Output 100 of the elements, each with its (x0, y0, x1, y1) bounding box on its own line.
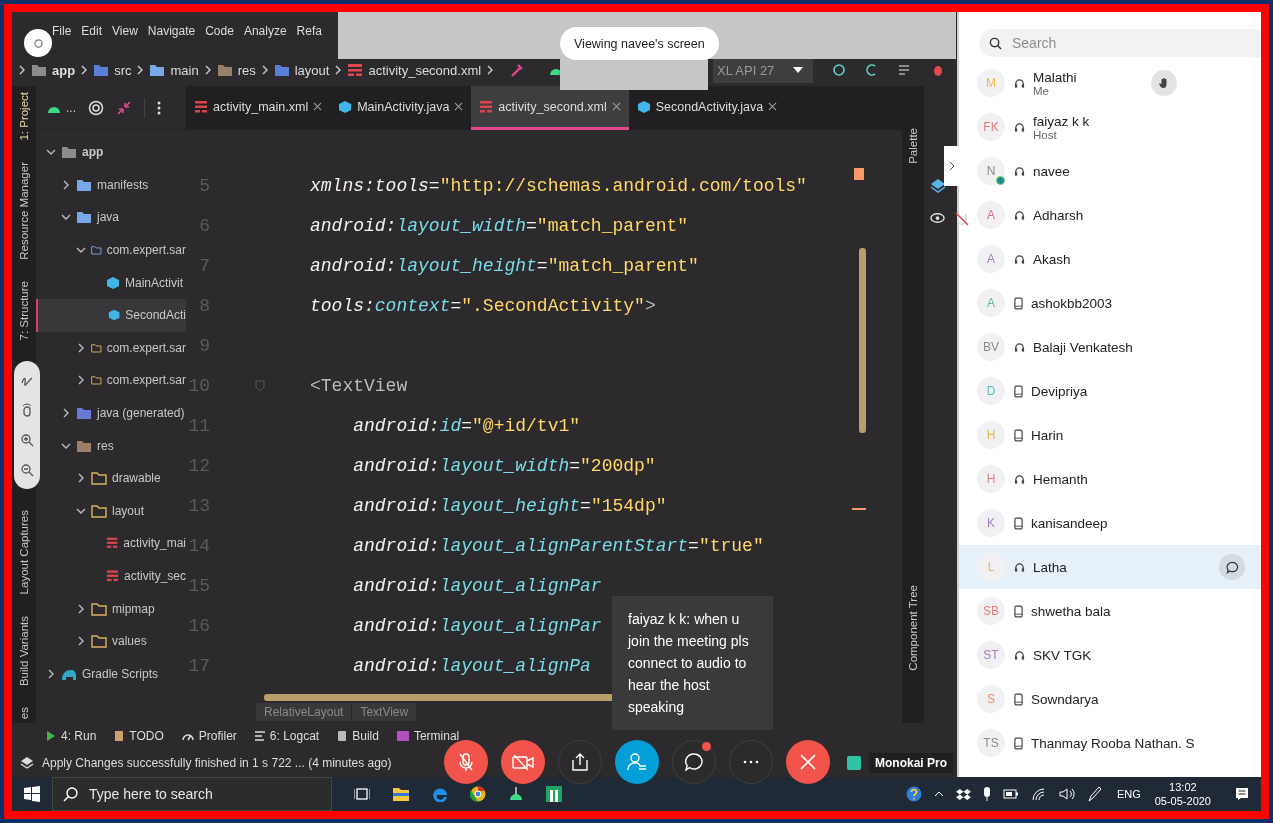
tool-window-button[interactable]: Profiler (181, 729, 237, 743)
search-input[interactable]: Search (1010, 34, 1261, 52)
tool-window-button[interactable]: TODO (114, 729, 164, 743)
refresh-icon[interactable] (832, 63, 846, 77)
participant-row[interactable]: SB shwetha bala (959, 589, 1261, 633)
menu-item[interactable]: Refa (296, 24, 322, 38)
tool-window-button[interactable]: Terminal (396, 729, 460, 743)
participant-row[interactable]: ST SKV TGK (959, 633, 1261, 677)
tool-window-tab[interactable]: 7: Structure (18, 280, 30, 340)
tree-item[interactable]: com.expert.sar (36, 331, 186, 365)
scrollbar-thumb[interactable] (859, 248, 866, 433)
menu-item[interactable]: Code (205, 24, 234, 38)
chevron-icon[interactable] (76, 375, 86, 386)
editor-tab[interactable]: MainActivity.java (330, 86, 472, 130)
breadcrumb-item[interactable]: app (52, 62, 76, 78)
tool-window-tab[interactable]: Component Tree (907, 585, 919, 671)
participant-row[interactable]: TS Thanmay Rooba Nathan. S (959, 721, 1261, 765)
menu-item[interactable]: File (52, 24, 72, 38)
more-options-icon[interactable] (157, 100, 161, 115)
participant-row[interactable]: M Malathi Me (959, 61, 1261, 105)
tree-item[interactable]: activity_sec (36, 559, 186, 593)
zoom-in-icon[interactable] (20, 433, 34, 448)
microphone-icon[interactable] (982, 787, 991, 801)
magnet-icon[interactable] (955, 212, 969, 226)
app-icon[interactable] (546, 786, 562, 802)
chevron-icon[interactable] (76, 342, 86, 353)
folder-icon[interactable] (392, 786, 410, 802)
tool-window-button[interactable]: 6: Logcat (254, 729, 320, 743)
wifi-icon[interactable] (1030, 787, 1047, 801)
participant-row[interactable]: L Latha (959, 545, 1261, 589)
close-icon[interactable] (768, 102, 778, 111)
search-input[interactable]: Type here to search (87, 785, 331, 803)
menu-item[interactable]: View (112, 24, 138, 38)
battery-icon[interactable] (1002, 789, 1019, 799)
tree-item[interactable]: SecondActi (36, 298, 186, 332)
list-icon[interactable] (898, 63, 912, 77)
menu-item[interactable]: Edit (81, 24, 103, 38)
bug-icon[interactable] (931, 63, 945, 77)
tool-window-tab[interactable]: Build Variants (18, 615, 30, 686)
editor-tab[interactable]: activity_second.xml (471, 86, 629, 130)
target-icon[interactable] (88, 99, 104, 116)
participant-row[interactable]: H Hemanth (959, 457, 1261, 501)
project-view-selector[interactable]: ... (66, 100, 76, 115)
close-icon[interactable] (454, 102, 464, 111)
menu-item[interactable]: Navigate (147, 24, 196, 38)
menu-item[interactable]: Analyze (243, 24, 287, 38)
tool-window-tab[interactable]: 1: Project (18, 92, 30, 141)
eye-icon[interactable] (930, 212, 945, 224)
tool-window-tab[interactable]: Resource Manager (18, 161, 30, 260)
theme-label[interactable]: Monokai Pro (869, 753, 953, 773)
tool-window-button[interactable]: 4: Run (46, 729, 97, 743)
breadcrumb-item[interactable]: activity_second.xml (368, 62, 482, 78)
taskbar-search-field[interactable]: Type here to search (52, 777, 332, 811)
tool-window-button[interactable]: Build (337, 729, 379, 743)
chevron-icon[interactable] (61, 408, 71, 419)
tool-window-tab[interactable]: Palette (907, 128, 919, 164)
participant-row[interactable]: K kanisandeep (959, 501, 1261, 545)
dropbox-icon[interactable] (955, 787, 971, 801)
participant-row[interactable]: BV Balaji Venkatesh (959, 325, 1261, 369)
clock[interactable]: 13:02 05-05-2020 (1154, 780, 1211, 808)
breadcrumb-item[interactable]: src (114, 62, 132, 78)
participant-row[interactable]: S Sowndarya (959, 677, 1261, 721)
pen-icon[interactable] (1086, 786, 1101, 802)
close-icon[interactable] (313, 102, 323, 111)
task-view-icon[interactable] (354, 786, 370, 802)
tree-item[interactable]: manifests (36, 168, 186, 202)
expand-panel-handle[interactable] (944, 146, 959, 186)
participant-row[interactable]: H Harin (959, 413, 1261, 457)
participant-row[interactable]: D Devipriya (959, 369, 1261, 413)
windows-logo-icon[interactable] (24, 786, 40, 802)
input-language[interactable]: ENG (1116, 788, 1141, 800)
tree-item[interactable]: mipmap (36, 592, 186, 625)
chevron-icon[interactable] (46, 668, 56, 679)
participant-row[interactable]: A ashokbb2003 (959, 281, 1261, 325)
tree-item[interactable]: layout (36, 494, 186, 528)
close-icon[interactable] (611, 102, 621, 111)
chevron-icon[interactable] (76, 603, 86, 614)
breadcrumb-item[interactable]: res (237, 62, 256, 78)
layers-icon[interactable] (930, 178, 946, 194)
zoom-out-icon[interactable] (20, 463, 34, 478)
chat-button[interactable] (1219, 554, 1245, 580)
breadcrumb-item[interactable]: main (170, 62, 199, 78)
tree-item[interactable]: values (36, 624, 186, 658)
editor-tab[interactable]: activity_main.xml (186, 86, 331, 130)
help-icon[interactable] (905, 786, 922, 802)
participant-row[interactable]: A Akash (959, 237, 1261, 281)
breadcrumb-item[interactable]: layout (294, 62, 330, 78)
fold-marker-icon[interactable] (255, 380, 265, 392)
participant-row[interactable]: A Adharsh (959, 193, 1261, 237)
tree-item[interactable]: java (generated) (36, 396, 186, 430)
search-field[interactable]: Search (979, 29, 1261, 57)
tree-item[interactable]: com.expert.sar (36, 364, 186, 397)
chevron-icon[interactable] (76, 636, 86, 647)
tree-item[interactable]: app (36, 136, 186, 169)
volume-icon[interactable] (1058, 787, 1075, 801)
tool-window-tab[interactable]: es (18, 706, 30, 719)
chevron-icon[interactable] (61, 179, 71, 190)
tree-item[interactable]: activity_mai (36, 527, 186, 560)
editor-tab[interactable]: SecondActivity.java (628, 86, 786, 130)
android-icon[interactable] (508, 786, 524, 802)
